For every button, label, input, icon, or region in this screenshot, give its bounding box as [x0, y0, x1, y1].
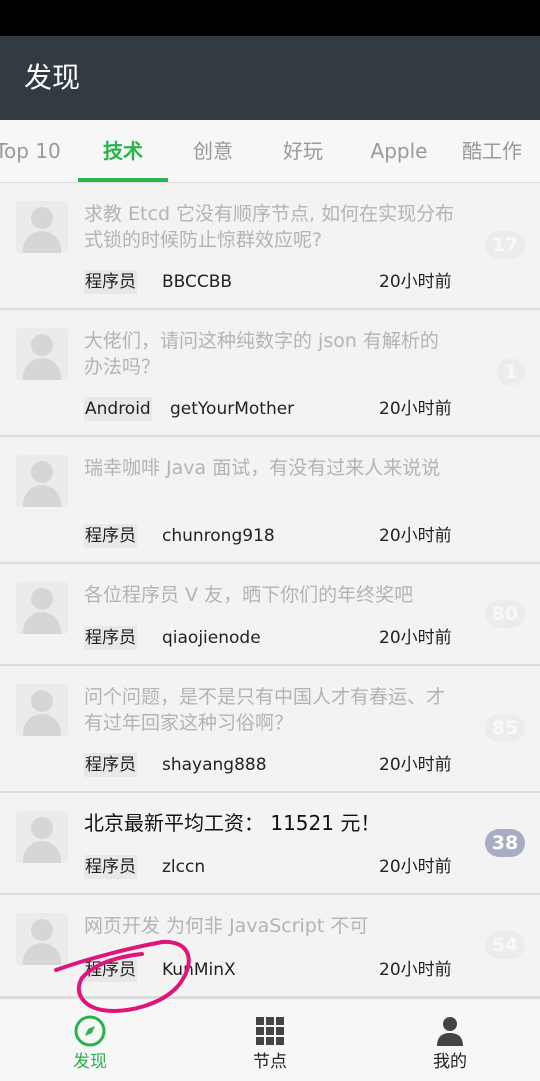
compass-icon: [74, 1015, 106, 1047]
username[interactable]: chunrong918: [162, 524, 275, 548]
reply-count-badge: 80: [485, 600, 525, 628]
tab-bar: Top 10 技术 创意 好玩 Apple 酷工作: [0, 120, 540, 183]
nav-nodes[interactable]: 节点: [180, 999, 360, 1081]
avatar: [16, 455, 68, 507]
node-tag[interactable]: Android: [84, 397, 152, 421]
username[interactable]: KunMinX: [162, 958, 236, 982]
nav-me[interactable]: 我的: [360, 999, 540, 1081]
reply-count-badge: 17: [485, 231, 525, 259]
app-bar: 发现: [0, 36, 540, 120]
topic-title: 瑞幸咖啡 Java 面试，有没有过来人来说说: [84, 457, 441, 479]
active-tab-indicator: [78, 178, 168, 182]
node-tag[interactable]: 程序员: [84, 626, 137, 650]
reply-count-badge: 38: [485, 829, 525, 857]
topic-item[interactable]: 求教 Etcd 它没有顺序节点, 如何在实现分布式锁的时候防止惊群效应呢? 程序…: [0, 183, 540, 310]
tab-top10[interactable]: Top 10: [0, 120, 68, 182]
nav-label: 我的: [433, 1052, 467, 1072]
status-bar: [0, 0, 540, 36]
timestamp: 20小时前: [379, 755, 452, 775]
node-tag[interactable]: 程序员: [84, 958, 137, 982]
topic-title: 问个问题，是不是只有中国人才有春运、才有过年回家这种习俗啊？: [84, 686, 446, 734]
person-icon: [437, 1017, 463, 1046]
topic-item[interactable]: 大佬们，请问这种纯数字的 json 有解析的办法吗？ Android getYo…: [0, 310, 540, 437]
node-tag[interactable]: 程序员: [84, 270, 137, 294]
nav-label: 发现: [73, 1052, 107, 1072]
username[interactable]: BBCCBB: [162, 270, 232, 294]
tab-apple[interactable]: Apple: [350, 120, 448, 182]
bottom-nav: 发现 节点 我的: [0, 998, 540, 1081]
page-title: 发现: [24, 61, 81, 94]
tab-creative[interactable]: 创意: [170, 120, 256, 182]
avatar: [16, 582, 68, 634]
nav-label: 节点: [253, 1052, 287, 1072]
timestamp: 20小时前: [379, 960, 452, 980]
grid-icon: [256, 1017, 284, 1045]
avatar: [16, 913, 68, 965]
nav-discover[interactable]: 发现: [0, 999, 180, 1081]
tab-tech[interactable]: 技术: [78, 120, 168, 182]
tab-jobs[interactable]: 酷工作: [462, 120, 540, 182]
tab-fun[interactable]: 好玩: [260, 120, 346, 182]
topic-item[interactable]: 各位程序员 V 友，晒下你们的年终奖吧 程序员 qiaojienode 20小时…: [0, 564, 540, 666]
username[interactable]: zlccn: [162, 855, 205, 879]
topic-title: 求教 Etcd 它没有顺序节点, 如何在实现分布式锁的时候防止惊群效应呢?: [84, 203, 455, 251]
avatar: [16, 811, 68, 863]
reply-count-badge: 1: [497, 358, 525, 386]
username[interactable]: qiaojienode: [162, 626, 261, 650]
node-tag[interactable]: 程序员: [84, 753, 137, 777]
reply-count-badge: 54: [485, 931, 525, 959]
avatar: [16, 201, 68, 253]
topic-item[interactable]: 北京最新平均工资： 11521 元！ 程序员 zlccn 20小时前 38: [0, 793, 540, 895]
timestamp: 20小时前: [379, 399, 452, 419]
reply-count-badge: 85: [485, 714, 525, 742]
username[interactable]: shayang888: [162, 753, 267, 777]
topic-item[interactable]: 问个问题，是不是只有中国人才有春运、才有过年回家这种习俗啊？ 程序员 shaya…: [0, 666, 540, 793]
avatar: [16, 328, 68, 380]
topic-title: 北京最新平均工资： 11521 元！: [84, 811, 381, 835]
timestamp: 20小时前: [379, 526, 452, 546]
node-tag[interactable]: 程序员: [84, 524, 137, 548]
timestamp: 20小时前: [379, 857, 452, 877]
topic-title: 网页开发 为何非 JavaScript 不可: [84, 915, 369, 937]
timestamp: 20小时前: [379, 628, 452, 648]
topic-title: 大佬们，请问这种纯数字的 json 有解析的办法吗？: [84, 330, 439, 378]
username[interactable]: getYourMother: [170, 397, 294, 421]
topic-item[interactable]: 网页开发 为何非 JavaScript 不可 程序员 KunMinX 20小时前…: [0, 895, 540, 998]
timestamp: 20小时前: [379, 272, 452, 292]
topic-item[interactable]: 瑞幸咖啡 Java 面试，有没有过来人来说说 程序员 chunrong918 2…: [0, 437, 540, 564]
node-tag[interactable]: 程序员: [84, 855, 137, 879]
topic-title: 各位程序员 V 友，晒下你们的年终奖吧: [84, 584, 414, 606]
avatar: [16, 684, 68, 736]
